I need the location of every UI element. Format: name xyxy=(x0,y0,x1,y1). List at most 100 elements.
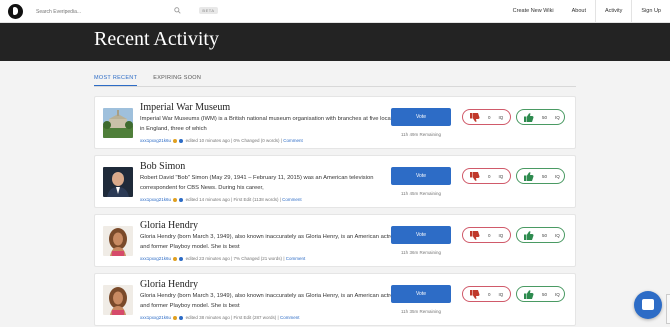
nav-about[interactable]: About xyxy=(563,0,595,23)
thumbs-up-icon xyxy=(524,230,534,240)
card-excerpt: Gloria Hendry (born March 3, 1949), also… xyxy=(140,234,400,250)
downvote-count: 0 xyxy=(488,232,491,238)
everipedia-logo[interactable] xyxy=(8,4,23,19)
iq-label: IQ xyxy=(498,291,504,297)
thumbs-up-icon xyxy=(524,112,534,122)
card-meta: xxx1pxxg21k6u edited 14 minutes ago | Fi… xyxy=(140,197,302,202)
thumbnail-gloria-hendry[interactable] xyxy=(103,226,133,256)
page-title: Recent Activity xyxy=(94,28,219,50)
downvote-button[interactable]: 0 IQ xyxy=(462,109,511,125)
activity-card: Gloria Hendry Gloria Hendry (born March … xyxy=(94,273,576,326)
thumbs-down-icon xyxy=(470,289,480,299)
iq-label: IQ xyxy=(498,232,504,238)
iq-label: IQ xyxy=(555,291,560,297)
tab-most-recent[interactable]: MOST RECENT xyxy=(94,71,138,86)
hero-banner: Recent Activity xyxy=(0,23,670,61)
time-remaining: 11h 35m Remaining xyxy=(401,309,441,314)
change-summary: 0% Changed (0 words) xyxy=(233,138,280,143)
top-nav: BETA Create New Wiki About Activity Sign… xyxy=(0,0,670,23)
nav-links: Create New Wiki About Activity Sign Up xyxy=(504,0,670,23)
card-title[interactable]: Gloria Hendry xyxy=(140,279,198,290)
vote-button[interactable]: Vote xyxy=(391,108,451,126)
iq-label: IQ xyxy=(555,173,560,179)
vote-button[interactable]: Vote xyxy=(391,226,451,244)
iq-label: IQ xyxy=(555,232,560,238)
editor-username[interactable]: xxx1pxxg21k6u xyxy=(140,197,171,202)
nav-create-wiki[interactable]: Create New Wiki xyxy=(504,0,563,23)
nav-sign-up[interactable]: Sign Up xyxy=(631,0,670,23)
upvote-button[interactable]: 50 IQ xyxy=(516,227,565,243)
thumbs-down-icon xyxy=(470,230,480,240)
thumbnail-imperial-war-museum[interactable] xyxy=(103,108,133,138)
thumbnail-bob-simon[interactable] xyxy=(103,167,133,197)
comment-link[interactable]: Comment xyxy=(282,197,302,202)
downvote-count: 0 xyxy=(488,173,491,179)
upvote-count: 50 xyxy=(542,232,548,238)
chat-widget-button[interactable] xyxy=(634,291,662,319)
editor-verified-icon xyxy=(179,256,184,261)
comment-link[interactable]: Comment xyxy=(286,256,306,261)
card-excerpt: Imperial War Museums (IWM) is a British … xyxy=(140,116,403,132)
card-title[interactable]: Imperial War Museum xyxy=(140,102,230,113)
iq-label: IQ xyxy=(555,114,560,120)
upvote-button[interactable]: 50 IQ xyxy=(516,286,565,302)
search-icon[interactable] xyxy=(174,7,181,14)
activity-card: Bob Simon Robert David "Bob" Simon (May … xyxy=(94,155,576,208)
card-meta: xxx1pxxg21k6u edited 38 minutes ago | Fi… xyxy=(140,315,300,320)
editor-username[interactable]: xxx1pxxg21k6u xyxy=(140,315,171,320)
thumbs-up-icon xyxy=(524,171,534,181)
edit-time: edited 38 minutes ago xyxy=(185,315,230,320)
editor-badge-icon xyxy=(173,315,178,320)
comment-link[interactable]: Comment xyxy=(283,138,303,143)
time-remaining: 11h 45m Remaining xyxy=(401,191,441,196)
tab-expiring-soon[interactable]: EXPIRING SOON xyxy=(153,71,201,86)
upvote-count: 50 xyxy=(542,291,548,297)
change-summary: 7% Changed (21 words) xyxy=(233,256,283,261)
edit-time: edited 10 minutes ago xyxy=(185,138,230,143)
editor-badge-icon xyxy=(173,197,178,202)
upvote-count: 50 xyxy=(542,114,548,120)
card-title[interactable]: Gloria Hendry xyxy=(140,220,198,231)
editor-verified-icon xyxy=(179,315,184,320)
edit-time: edited 23 minutes ago xyxy=(185,256,230,261)
card-title[interactable]: Bob Simon xyxy=(140,161,185,172)
upvote-button[interactable]: 50 IQ xyxy=(516,109,565,125)
upvote-count: 50 xyxy=(542,173,548,179)
thumbnail-gloria-hendry[interactable] xyxy=(103,285,133,315)
time-remaining: 11h 49m Remaining xyxy=(401,132,441,137)
activity-card: Gloria Hendry Gloria Hendry (born March … xyxy=(94,214,576,267)
editor-badge-icon xyxy=(173,138,178,143)
change-summary: First Edit (1138 words) xyxy=(233,197,279,202)
thumbs-down-icon xyxy=(470,112,480,122)
recaptcha-badge xyxy=(666,294,670,324)
activity-tabs: MOST RECENT EXPIRING SOON xyxy=(94,71,576,87)
search-input[interactable] xyxy=(36,5,186,18)
thumbs-down-icon xyxy=(470,171,480,181)
comment-link[interactable]: Comment xyxy=(280,315,300,320)
editor-username[interactable]: xxx1pxxg21k6u xyxy=(140,138,171,143)
card-meta: xxx1pxxg21k6u edited 10 minutes ago | 0%… xyxy=(140,138,303,143)
downvote-count: 0 xyxy=(488,291,491,297)
activity-card: Imperial War Museum Imperial War Museums… xyxy=(94,96,576,149)
downvote-button[interactable]: 0 IQ xyxy=(462,227,511,243)
editor-verified-icon xyxy=(179,138,184,143)
downvote-count: 0 xyxy=(488,114,491,120)
downvote-button[interactable]: 0 IQ xyxy=(462,286,511,302)
nav-activity[interactable]: Activity xyxy=(595,0,631,23)
beta-badge: BETA xyxy=(199,7,218,14)
edit-time: edited 14 minutes ago xyxy=(185,197,230,202)
chat-icon xyxy=(642,299,654,310)
editor-badge-icon xyxy=(173,256,178,261)
editor-verified-icon xyxy=(179,197,184,202)
card-excerpt: Gloria Hendry (born March 3, 1949), also… xyxy=(140,293,400,309)
downvote-button[interactable]: 0 IQ xyxy=(462,168,511,184)
card-excerpt: Robert David "Bob" Simon (May 29, 1941 –… xyxy=(140,175,374,191)
time-remaining: 11h 36m Remaining xyxy=(401,250,441,255)
editor-username[interactable]: xxx1pxxg21k6u xyxy=(140,256,171,261)
card-meta: xxx1pxxg21k6u edited 23 minutes ago | 7%… xyxy=(140,256,306,261)
vote-button[interactable]: Vote xyxy=(391,285,451,303)
iq-label: IQ xyxy=(498,114,504,120)
upvote-button[interactable]: 50 IQ xyxy=(516,168,565,184)
vote-button[interactable]: Vote xyxy=(391,167,451,185)
iq-label: IQ xyxy=(498,173,504,179)
